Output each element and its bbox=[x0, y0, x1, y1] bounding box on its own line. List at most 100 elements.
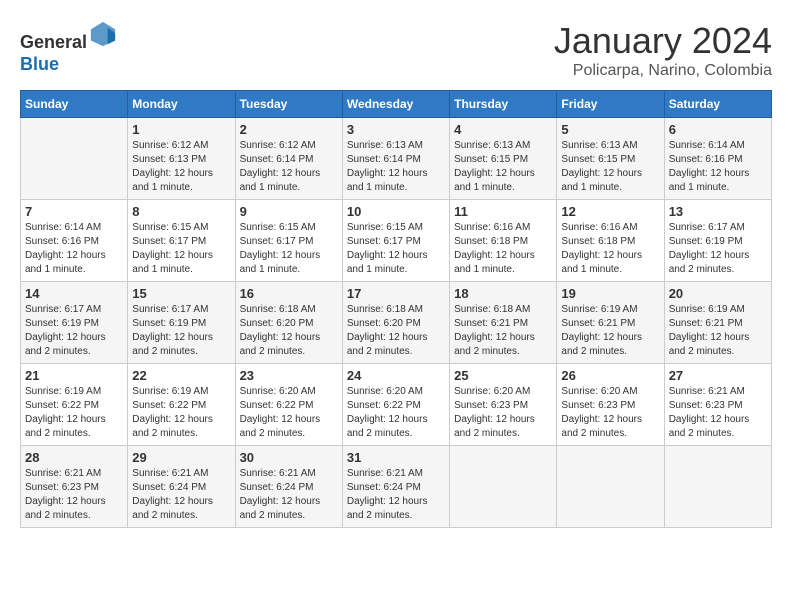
calendar-cell: 21 Sunrise: 6:19 AMSunset: 6:22 PMDayligh… bbox=[21, 364, 128, 446]
day-info: Sunrise: 6:21 AMSunset: 6:24 PMDaylight:… bbox=[132, 467, 230, 523]
day-number: 18 bbox=[454, 286, 552, 301]
day-info: Sunrise: 6:19 AMSunset: 6:22 PMDaylight:… bbox=[25, 385, 123, 441]
day-info: Sunrise: 6:21 AMSunset: 6:23 PMDaylight:… bbox=[25, 467, 123, 523]
day-of-week-header: Wednesday bbox=[342, 91, 449, 118]
day-info: Sunrise: 6:19 AMSunset: 6:22 PMDaylight:… bbox=[132, 385, 230, 441]
calendar-cell: 17Sunrise: 6:18 AMSunset: 6:20 PMDayligh… bbox=[342, 282, 449, 364]
day-number: 28 bbox=[25, 450, 123, 465]
page-header: General Blue January 2024 Policarpa, Nar… bbox=[20, 20, 772, 80]
day-info: Sunrise: 6:19 AMSunset: 6:21 PMDaylight:… bbox=[669, 303, 767, 359]
calendar-cell: 1 Sunrise: 6:12 AMSunset: 6:13 PMDaylight… bbox=[128, 118, 235, 200]
calendar-cell: 12Sunrise: 6:16 AMSunset: 6:18 PMDayligh… bbox=[557, 200, 664, 282]
day-number: 24 bbox=[347, 368, 445, 383]
day-number: 14 bbox=[25, 286, 123, 301]
day-number: 16 bbox=[240, 286, 338, 301]
calendar-cell: 24 Sunrise: 6:20 AMSunset: 6:22 PMDayligh… bbox=[342, 364, 449, 446]
calendar-cell: 2Sunrise: 6:12 AMSunset: 6:14 PMDaylight… bbox=[235, 118, 342, 200]
day-info: Sunrise: 6:20 AMSunset: 6:23 PMDaylight:… bbox=[454, 385, 552, 441]
calendar-cell: 14 Sunrise: 6:17 AMSunset: 6:19 PMDayligh… bbox=[21, 282, 128, 364]
day-info: Sunrise: 6:17 AMSunset: 6:19 PMDaylight:… bbox=[25, 303, 123, 359]
day-of-week-header: Thursday bbox=[450, 91, 557, 118]
day-info: Sunrise: 6:12 AMSunset: 6:13 PMDaylight:… bbox=[132, 139, 230, 195]
logo-general-text: General bbox=[20, 32, 87, 52]
day-number: 30 bbox=[240, 450, 338, 465]
logo: General Blue bbox=[20, 20, 117, 75]
day-number: 22 bbox=[132, 368, 230, 383]
calendar-cell bbox=[450, 446, 557, 528]
day-number: 17 bbox=[347, 286, 445, 301]
day-number: 1 bbox=[132, 122, 230, 137]
day-info: Sunrise: 6:18 AMSunset: 6:21 PMDaylight:… bbox=[454, 303, 552, 359]
day-number: 21 bbox=[25, 368, 123, 383]
calendar-week-row: 28 Sunrise: 6:21 AMSunset: 6:23 PMDayligh… bbox=[21, 446, 772, 528]
day-number: 15 bbox=[132, 286, 230, 301]
day-number: 29 bbox=[132, 450, 230, 465]
day-of-week-header: Sunday bbox=[21, 91, 128, 118]
day-info: Sunrise: 6:14 AMSunset: 6:16 PMDaylight:… bbox=[669, 139, 767, 195]
day-number: 13 bbox=[669, 204, 767, 219]
location-title: Policarpa, Narino, Colombia bbox=[554, 62, 772, 80]
calendar-cell: 18 Sunrise: 6:18 AMSunset: 6:21 PMDayligh… bbox=[450, 282, 557, 364]
day-of-week-header: Friday bbox=[557, 91, 664, 118]
title-block: January 2024 Policarpa, Narino, Colombia bbox=[554, 20, 772, 80]
calendar-cell: 22 Sunrise: 6:19 AMSunset: 6:22 PMDayligh… bbox=[128, 364, 235, 446]
calendar-cell: 26Sunrise: 6:20 AMSunset: 6:23 PMDayligh… bbox=[557, 364, 664, 446]
day-number: 6 bbox=[669, 122, 767, 137]
day-number: 23 bbox=[240, 368, 338, 383]
calendar-header-row: SundayMondayTuesdayWednesdayThursdayFrid… bbox=[21, 91, 772, 118]
calendar-table: SundayMondayTuesdayWednesdayThursdayFrid… bbox=[20, 90, 772, 528]
day-info: Sunrise: 6:21 AMSunset: 6:24 PMDaylight:… bbox=[240, 467, 338, 523]
calendar-cell: 11 Sunrise: 6:16 AMSunset: 6:18 PMDayligh… bbox=[450, 200, 557, 282]
day-number: 7 bbox=[25, 204, 123, 219]
day-number: 5 bbox=[561, 122, 659, 137]
calendar-cell: 3Sunrise: 6:13 AMSunset: 6:14 PMDaylight… bbox=[342, 118, 449, 200]
day-info: Sunrise: 6:20 AMSunset: 6:22 PMDaylight:… bbox=[347, 385, 445, 441]
calendar-cell: 10 Sunrise: 6:15 AMSunset: 6:17 PMDayligh… bbox=[342, 200, 449, 282]
calendar-cell bbox=[21, 118, 128, 200]
day-info: Sunrise: 6:15 AMSunset: 6:17 PMDaylight:… bbox=[347, 221, 445, 277]
calendar-week-row: 7 Sunrise: 6:14 AMSunset: 6:16 PMDaylight… bbox=[21, 200, 772, 282]
day-number: 3 bbox=[347, 122, 445, 137]
day-info: Sunrise: 6:14 AMSunset: 6:16 PMDaylight:… bbox=[25, 221, 123, 277]
day-number: 2 bbox=[240, 122, 338, 137]
calendar-cell: 29 Sunrise: 6:21 AMSunset: 6:24 PMDayligh… bbox=[128, 446, 235, 528]
day-number: 8 bbox=[132, 204, 230, 219]
calendar-week-row: 21 Sunrise: 6:19 AMSunset: 6:22 PMDayligh… bbox=[21, 364, 772, 446]
day-info: Sunrise: 6:20 AMSunset: 6:22 PMDaylight:… bbox=[240, 385, 338, 441]
day-info: Sunrise: 6:21 AMSunset: 6:23 PMDaylight:… bbox=[669, 385, 767, 441]
day-number: 11 bbox=[454, 204, 552, 219]
day-info: Sunrise: 6:16 AMSunset: 6:18 PMDaylight:… bbox=[454, 221, 552, 277]
calendar-cell bbox=[557, 446, 664, 528]
calendar-cell: 30 Sunrise: 6:21 AMSunset: 6:24 PMDayligh… bbox=[235, 446, 342, 528]
day-number: 26 bbox=[561, 368, 659, 383]
calendar-cell: 31 Sunrise: 6:21 AMSunset: 6:24 PMDayligh… bbox=[342, 446, 449, 528]
day-number: 19 bbox=[561, 286, 659, 301]
day-of-week-header: Tuesday bbox=[235, 91, 342, 118]
day-info: Sunrise: 6:16 AMSunset: 6:18 PMDaylight:… bbox=[561, 221, 659, 277]
calendar-cell: 19 Sunrise: 6:19 AMSunset: 6:21 PMDayligh… bbox=[557, 282, 664, 364]
day-info: Sunrise: 6:13 AMSunset: 6:15 PMDaylight:… bbox=[454, 139, 552, 195]
day-info: Sunrise: 6:19 AMSunset: 6:21 PMDaylight:… bbox=[561, 303, 659, 359]
calendar-cell: 25Sunrise: 6:20 AMSunset: 6:23 PMDayligh… bbox=[450, 364, 557, 446]
calendar-cell bbox=[664, 446, 771, 528]
day-number: 31 bbox=[347, 450, 445, 465]
calendar-cell: 9Sunrise: 6:15 AMSunset: 6:17 PMDaylight… bbox=[235, 200, 342, 282]
calendar-cell: 15 Sunrise: 6:17 AMSunset: 6:19 PMDayligh… bbox=[128, 282, 235, 364]
calendar-week-row: 14 Sunrise: 6:17 AMSunset: 6:19 PMDayligh… bbox=[21, 282, 772, 364]
calendar-week-row: 1 Sunrise: 6:12 AMSunset: 6:13 PMDaylight… bbox=[21, 118, 772, 200]
calendar-cell: 28 Sunrise: 6:21 AMSunset: 6:23 PMDayligh… bbox=[21, 446, 128, 528]
calendar-cell: 23 Sunrise: 6:20 AMSunset: 6:22 PMDayligh… bbox=[235, 364, 342, 446]
day-info: Sunrise: 6:17 AMSunset: 6:19 PMDaylight:… bbox=[132, 303, 230, 359]
day-info: Sunrise: 6:13 AMSunset: 6:15 PMDaylight:… bbox=[561, 139, 659, 195]
day-number: 4 bbox=[454, 122, 552, 137]
day-number: 10 bbox=[347, 204, 445, 219]
day-of-week-header: Saturday bbox=[664, 91, 771, 118]
day-info: Sunrise: 6:21 AMSunset: 6:24 PMDaylight:… bbox=[347, 467, 445, 523]
month-title: January 2024 bbox=[554, 20, 772, 62]
calendar-cell: 27 Sunrise: 6:21 AMSunset: 6:23 PMDayligh… bbox=[664, 364, 771, 446]
day-number: 20 bbox=[669, 286, 767, 301]
day-number: 27 bbox=[669, 368, 767, 383]
calendar-cell: 16Sunrise: 6:18 AMSunset: 6:20 PMDayligh… bbox=[235, 282, 342, 364]
day-info: Sunrise: 6:17 AMSunset: 6:19 PMDaylight:… bbox=[669, 221, 767, 277]
logo-icon bbox=[89, 20, 117, 48]
